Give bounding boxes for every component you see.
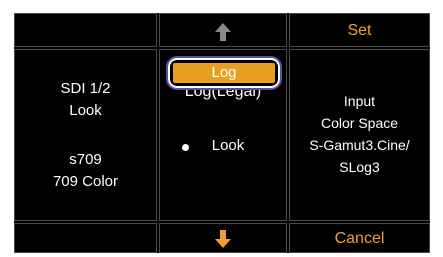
left-info-cell: SDI 1/2 Look s709 709 Color	[14, 49, 157, 221]
scroll-down-button[interactable]	[159, 223, 287, 253]
output-name: 709 Color	[52, 173, 119, 190]
output-code: s709	[69, 151, 102, 168]
option-log-legal[interactable]: Log(Legal)	[160, 90, 286, 102]
option-list: Log(Legal) Log Look	[159, 49, 287, 221]
info-line-2: Color Space	[320, 115, 399, 131]
signal-mode: Look	[69, 102, 102, 119]
arrow-up-icon	[215, 23, 231, 41]
screen: SDI 1/2 Look s709 709 Color Log(Legal) L…	[0, 0, 443, 257]
option-log[interactable]: Log	[168, 58, 280, 88]
cancel-label: Cancel	[334, 230, 385, 247]
left-header-cell	[14, 13, 157, 47]
menu-panel: SDI 1/2 Look s709 709 Color Log(Legal) L…	[14, 13, 430, 253]
cancel-button[interactable]: Cancel	[289, 223, 430, 253]
option-look[interactable]: Look	[170, 137, 286, 155]
left-footer-cell	[14, 223, 157, 253]
arrow-down-icon	[215, 230, 231, 248]
right-info-cell: Input Color Space S-Gamut3.Cine/ SLog3	[289, 49, 430, 221]
scroll-up-button[interactable]	[159, 13, 287, 47]
option-log-label: Log	[211, 64, 237, 81]
signal-label: SDI 1/2	[60, 80, 111, 97]
info-line-1: Input	[343, 93, 376, 109]
set-label: Set	[347, 22, 372, 39]
set-button[interactable]: Set	[289, 13, 430, 47]
info-line-4: SLog3	[339, 159, 380, 175]
info-line-3: S-Gamut3.Cine/	[309, 137, 410, 153]
